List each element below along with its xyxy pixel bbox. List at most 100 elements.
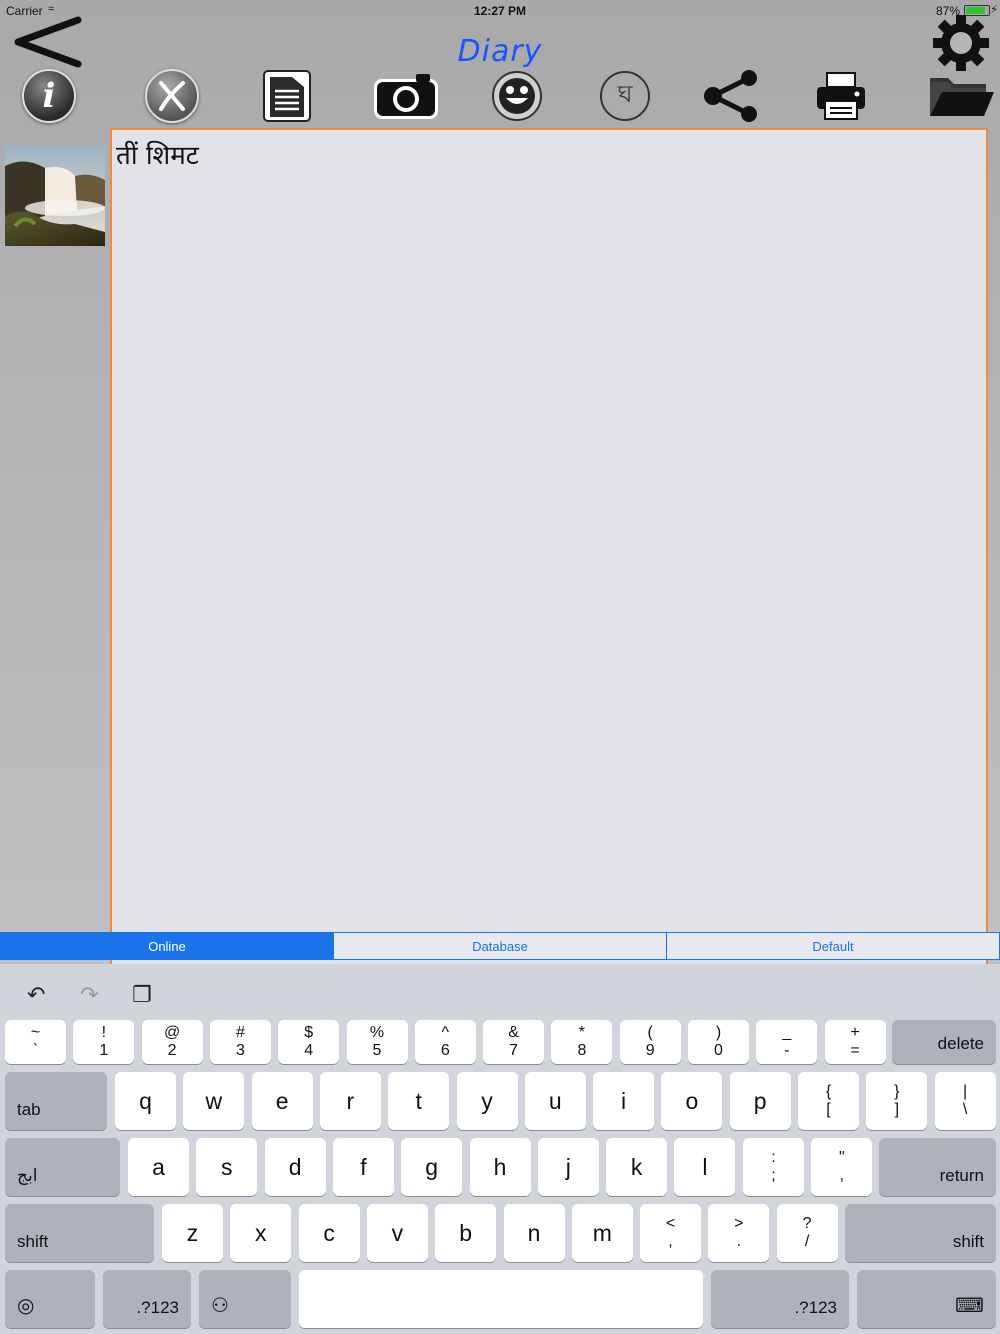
key-q[interactable]: q	[115, 1072, 176, 1130]
key-k[interactable]: k	[606, 1138, 668, 1196]
globe-key[interactable]: ◎	[5, 1270, 95, 1328]
key-label: ) 0	[714, 1024, 723, 1060]
key-9[interactable]: (9	[619, 1020, 681, 1064]
return-key[interactable]: return	[879, 1138, 996, 1196]
key-base-char: 2	[167, 1042, 177, 1059]
key-5[interactable]: % 5	[346, 1020, 408, 1064]
key-base-char: 3	[235, 1042, 245, 1059]
key-label: >.	[734, 1215, 743, 1251]
key-[[interactable]: {[	[798, 1072, 859, 1130]
key-f[interactable]: f	[332, 1138, 394, 1196]
document-icon	[263, 70, 311, 122]
key-3[interactable]: #3	[209, 1020, 271, 1064]
key-label: k	[630, 1153, 643, 1180]
photo-thumbnail[interactable]	[5, 146, 105, 246]
key-=[interactable]: + =	[824, 1020, 886, 1064]
key-t[interactable]: t	[388, 1072, 450, 1130]
segment-default[interactable]: Default	[667, 933, 999, 959]
key-l[interactable]: l	[674, 1138, 736, 1196]
key-][interactable]: }]	[866, 1072, 928, 1130]
key-p[interactable]: p	[729, 1072, 791, 1130]
language-switch-key[interactable]: ابج	[5, 1138, 120, 1196]
key-1[interactable]: ! 1	[73, 1020, 135, 1064]
share-button[interactable]	[700, 68, 762, 124]
key-w[interactable]: w	[183, 1072, 245, 1130]
space-bar[interactable]	[299, 1270, 703, 1328]
key-punct-row4-0[interactable]: <,	[640, 1204, 701, 1262]
key-o[interactable]: o	[661, 1072, 723, 1130]
delete-key[interactable]: delete	[892, 1020, 996, 1064]
key-h[interactable]: h	[469, 1138, 531, 1196]
key-u[interactable]: u	[524, 1072, 586, 1130]
camera-button[interactable]	[372, 68, 440, 124]
key-label: c	[323, 1219, 335, 1246]
key-shift-char: %	[369, 1024, 385, 1041]
key-0[interactable]: ) 0	[688, 1020, 749, 1064]
key-r[interactable]: r	[319, 1072, 381, 1130]
key-punct-1[interactable]: ",	[811, 1138, 873, 1196]
key-base-char: `	[32, 1042, 39, 1059]
key-base-char: 7	[509, 1042, 519, 1059]
key-b[interactable]: b	[435, 1204, 497, 1262]
key-punct-row4-2[interactable]: ? /	[776, 1204, 838, 1262]
globe-icon: ◎	[17, 1295, 35, 1317]
key-6[interactable]: ^ 6	[414, 1020, 476, 1064]
shift-key-right[interactable]: shift	[845, 1204, 996, 1262]
key-label: * 8	[577, 1024, 586, 1060]
redo-icon[interactable]: ↷	[80, 982, 98, 1008]
info-button[interactable]: i	[18, 68, 80, 124]
key-label: z	[186, 1219, 199, 1246]
key-`[interactable]: ~ `	[5, 1020, 66, 1064]
key-a[interactable]: a	[128, 1138, 189, 1196]
key--[interactable]: _ -	[756, 1020, 818, 1064]
key-z[interactable]: z	[162, 1204, 223, 1262]
settings-button[interactable]	[926, 14, 996, 72]
key-shift-char: &	[508, 1024, 519, 1041]
tab-key[interactable]: tab	[5, 1072, 107, 1130]
key-label: shift	[952, 1232, 984, 1251]
key-2[interactable]: @2	[141, 1020, 203, 1064]
key-\[interactable]: | \	[934, 1072, 996, 1130]
dismiss-keyboard-key[interactable]: ⌨	[857, 1270, 996, 1328]
print-button[interactable]	[810, 68, 872, 124]
key-s[interactable]: s	[196, 1138, 258, 1196]
keyboard: ↶ ↷ ❐ ~ `! 1 @2 #3 $4% 5 ^ 6 & 7 * 8(9) 0 _ - + = delete ta…	[0, 964, 1000, 1334]
clear-button[interactable]	[141, 68, 203, 124]
numbers-key-right[interactable]: .?123	[711, 1270, 849, 1328]
dictation-key[interactable]: ⚇	[199, 1270, 291, 1328]
undo-icon[interactable]: ↶	[27, 982, 45, 1008]
segment-database[interactable]: Database	[334, 933, 667, 959]
info-icon: i	[22, 69, 76, 123]
emoji-button[interactable]	[486, 68, 548, 124]
key-4[interactable]: $4	[278, 1020, 340, 1064]
key-shift-char: |	[963, 1083, 968, 1100]
key-c[interactable]: c	[298, 1204, 360, 1262]
key-g[interactable]: g	[401, 1138, 463, 1196]
paste-icon[interactable]: ❐	[132, 982, 152, 1008]
key-d[interactable]: d	[264, 1138, 326, 1196]
key-label: a	[152, 1153, 165, 1180]
key-label: | \	[963, 1083, 967, 1119]
key-i[interactable]: i	[593, 1072, 655, 1130]
new-document-button[interactable]	[256, 68, 318, 124]
diary-text-editor[interactable]: तीं शिमट	[110, 128, 988, 964]
key-8[interactable]: * 8	[551, 1020, 613, 1064]
key-y[interactable]: y	[456, 1072, 518, 1130]
key-j[interactable]: j	[537, 1138, 599, 1196]
key-punct-0[interactable]: :;	[743, 1138, 804, 1196]
key-e[interactable]: e	[251, 1072, 313, 1130]
key-x[interactable]: x	[230, 1204, 292, 1262]
shift-key-left[interactable]: shift	[5, 1204, 154, 1262]
key-m[interactable]: m	[571, 1204, 633, 1262]
key-7[interactable]: & 7	[483, 1020, 545, 1064]
key-v[interactable]: v	[366, 1204, 428, 1262]
key-shift-char: +	[850, 1024, 860, 1041]
key-base-char: ,	[839, 1167, 845, 1184]
numbers-key-left[interactable]: .?123	[103, 1270, 191, 1328]
segment-online[interactable]: Online	[1, 933, 334, 959]
open-folder-button[interactable]	[928, 68, 996, 124]
key-label: (9	[646, 1024, 655, 1060]
key-punct-row4-1[interactable]: >.	[708, 1204, 770, 1262]
language-button[interactable]: ঘ	[594, 68, 656, 124]
key-n[interactable]: n	[503, 1204, 565, 1262]
